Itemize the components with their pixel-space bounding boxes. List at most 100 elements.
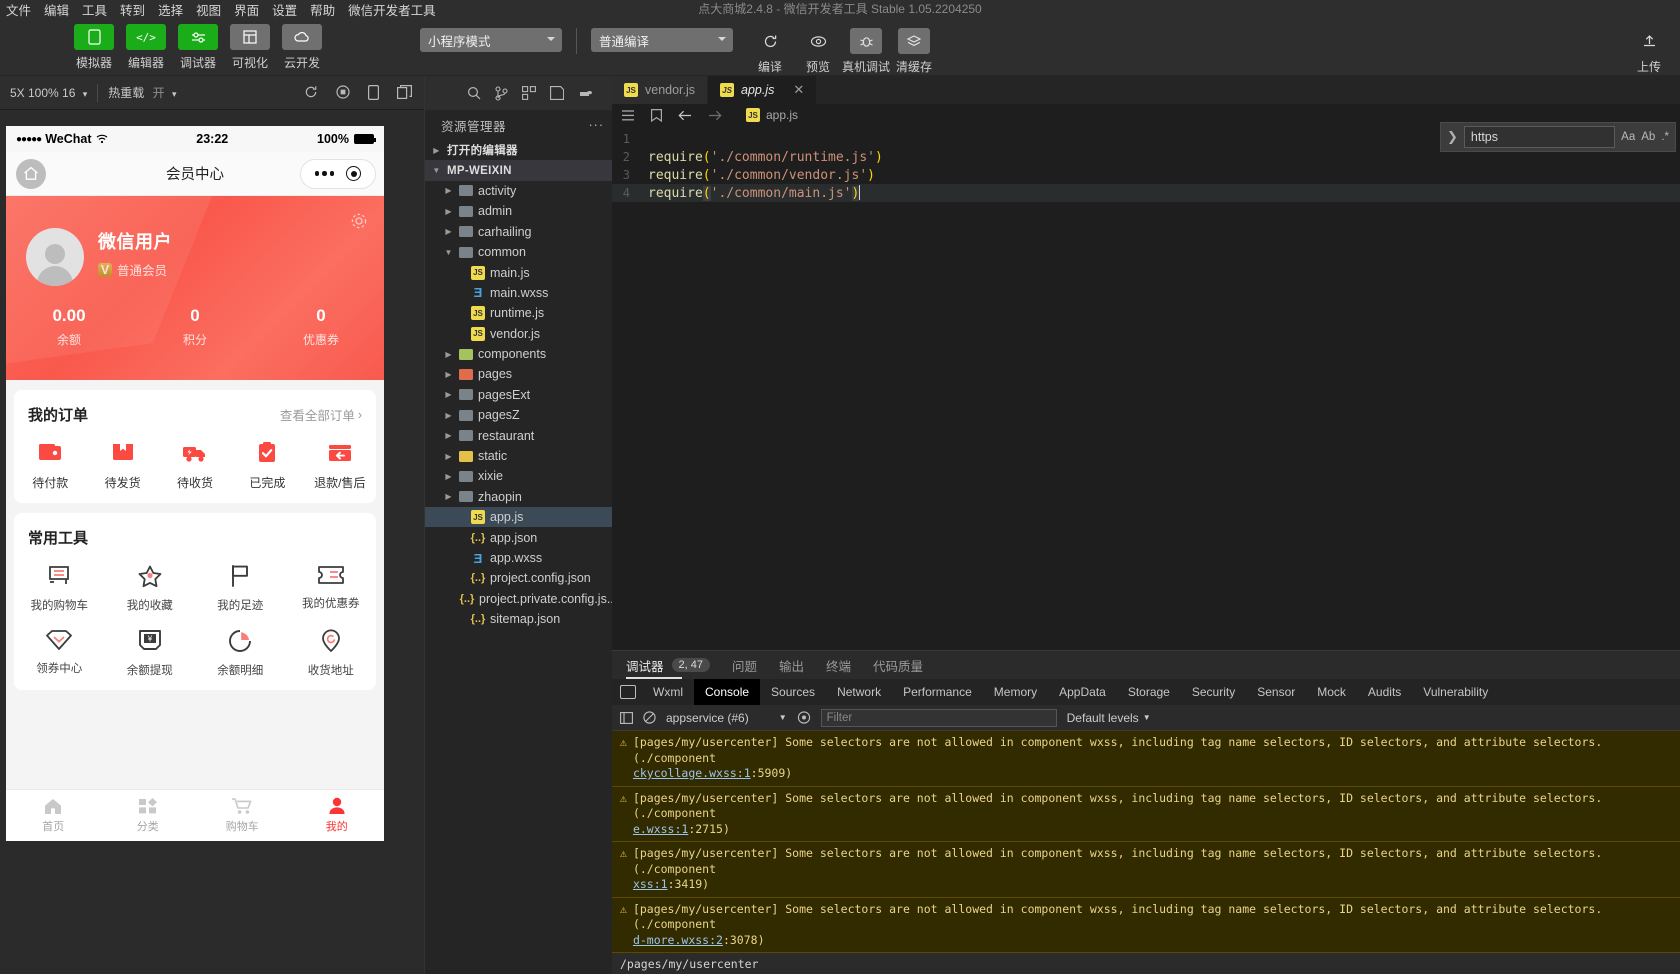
menu-item-devtools[interactable]: 微信开发者工具 [348, 0, 436, 19]
tree-file[interactable]: JS app.js [425, 507, 612, 528]
panel-tab-terminal[interactable]: 终端 [826, 651, 851, 679]
console-warning-row[interactable]: ⚠ [pages/my/usercenter] Some selectors ar… [612, 897, 1680, 954]
toolbar-editor-button[interactable]: </> 编辑器 [124, 24, 168, 71]
tree-folder[interactable]: ▶ admin [425, 201, 612, 221]
panel-tab-debugger[interactable]: 调试器 2, 47 [626, 651, 710, 679]
inspect-element-icon[interactable] [620, 685, 636, 699]
toolbar-debugger-button[interactable]: 调试器 [176, 24, 220, 71]
extensions-icon[interactable] [522, 86, 536, 100]
device-select[interactable]: 5X 100% 16 ▾ [0, 86, 97, 100]
forward-icon[interactable] [708, 110, 722, 121]
clear-console-icon[interactable] [643, 711, 656, 724]
order-status-refund[interactable]: 退款/售后 [304, 441, 376, 491]
docker-icon[interactable] [578, 87, 593, 99]
tree-folder[interactable]: ▶ static [425, 446, 612, 466]
avatar[interactable] [26, 228, 84, 286]
tree-folder[interactable]: ▶ zhaopin [425, 487, 612, 507]
tree-file[interactable]: JS vendor.js [425, 324, 612, 344]
source-control-icon[interactable] [495, 85, 508, 101]
panel-tab-output[interactable]: 输出 [779, 651, 804, 679]
console-context-select[interactable]: appservice (#6) ▼ [666, 711, 787, 725]
devtools-tab-sensor[interactable]: Sensor [1246, 679, 1306, 705]
menu-item-interface[interactable]: 界面 [234, 0, 259, 19]
explorer-more-icon[interactable]: ··· [589, 118, 605, 132]
tree-file[interactable]: {..} project.config.json [425, 568, 612, 588]
devtools-tab-wxml[interactable]: Wxml [642, 679, 694, 705]
code-editor[interactable]: 1 2 require('./common/runtime.js') 3 req… [612, 126, 1680, 650]
panel-tab-problems[interactable]: 问题 [732, 651, 757, 679]
record-icon[interactable] [336, 85, 350, 100]
phone-icon[interactable] [368, 85, 379, 100]
console-warning-row[interactable]: ⚠ [pages/my/usercenter] Some selectors ar… [612, 842, 1680, 898]
tool-my-footprint[interactable]: 我的足迹 [195, 564, 286, 613]
open-editors-section[interactable]: ▶ 打开的编辑器 [425, 140, 612, 160]
preview-button[interactable]: 预览 [795, 28, 841, 75]
stat-balance[interactable]: 0.00 余额 [6, 306, 132, 348]
close-icon[interactable]: ✕ [793, 82, 804, 98]
tab-category[interactable]: 分类 [101, 790, 196, 841]
bookmark-icon[interactable] [651, 108, 662, 122]
tool-withdraw[interactable]: ¥ 余额提现 [105, 629, 196, 678]
devtools-tab-performance[interactable]: Performance [892, 679, 983, 705]
devtools-tab-memory[interactable]: Memory [983, 679, 1048, 705]
toolbar-cloud-button[interactable]: 云开发 [280, 24, 324, 71]
tool-shipping-address[interactable]: 收货地址 [286, 629, 377, 678]
menu-item-help[interactable]: 帮助 [310, 0, 335, 19]
tree-folder[interactable]: ▶ pagesExt [425, 385, 612, 405]
tool-my-cart[interactable]: 我的购物车 [14, 564, 105, 613]
console-source-link[interactable]: d-more.wxss:2 [633, 933, 723, 947]
tab-vendor-js[interactable]: JS vendor.js [612, 76, 709, 104]
tree-file[interactable]: Ǝapp.wxss [425, 548, 612, 568]
tree-file[interactable]: {..} project.private.config.js... [425, 589, 618, 609]
sidebar-toggle-icon[interactable] [620, 711, 633, 724]
compile-button[interactable]: 编译 [747, 28, 793, 75]
stat-points[interactable]: 0 积分 [132, 306, 258, 348]
tree-folder[interactable]: ▶ pagesZ [425, 405, 612, 425]
panel-tab-code-quality[interactable]: 代码质量 [873, 651, 923, 679]
devtools-tab-security[interactable]: Security [1181, 679, 1246, 705]
console-filter-input[interactable]: Filter [820, 708, 1057, 727]
tree-folder[interactable]: ▶ carhailing [425, 222, 612, 242]
toolbar-visual-button[interactable]: 可视化 [228, 24, 272, 71]
tab-my[interactable]: 我的 [290, 790, 385, 841]
clear-cache-button[interactable]: 清缓存 [891, 28, 937, 75]
mode-select[interactable]: 小程序模式 [420, 28, 562, 52]
back-icon[interactable] [678, 110, 692, 121]
order-status-completed[interactable]: 已完成 [231, 441, 303, 491]
tab-home[interactable]: 首页 [6, 790, 101, 841]
devtools-tab-storage[interactable]: Storage [1117, 679, 1181, 705]
tree-file[interactable]: {..} app.json [425, 527, 612, 547]
tool-balance-detail[interactable]: 余额明细 [195, 629, 286, 678]
tree-file[interactable]: JS runtime.js [425, 303, 612, 323]
refresh-icon[interactable] [304, 85, 318, 100]
console-source-link[interactable]: ckycollage.wxss:1 [633, 766, 751, 780]
menu-item-file[interactable]: 文件 [6, 0, 31, 19]
tree-file[interactable]: JS main.js [425, 262, 612, 282]
toolbar-simulator-button[interactable]: 模拟器 [72, 24, 116, 71]
menu-item-settings[interactable]: 设置 [272, 0, 297, 19]
menu-item-tools[interactable]: 工具 [82, 0, 107, 19]
search-icon[interactable] [467, 86, 481, 100]
outline-icon[interactable] [622, 109, 635, 121]
console-levels-select[interactable]: Default levels ▼ [1067, 711, 1151, 725]
console-source-link[interactable]: e.wxss:1 [633, 822, 688, 836]
tree-folder[interactable]: ▼ common [425, 242, 612, 262]
tree-folder[interactable]: ▶ restaurant [425, 425, 612, 445]
stat-coupons[interactable]: 0 优惠券 [258, 306, 384, 348]
hot-reload-control[interactable]: 热重载 开 ▾ [98, 84, 186, 101]
devtools-tab-mock[interactable]: Mock [1306, 679, 1357, 705]
order-status-pending-receipt[interactable]: 待收货 [159, 441, 231, 491]
tab-cart[interactable]: 购物车 [195, 790, 290, 841]
use-regex-icon[interactable]: .* [1661, 131, 1669, 143]
breadcrumb-file[interactable]: JS app.js [746, 108, 798, 122]
devtools-tab-audits[interactable]: Audits [1357, 679, 1412, 705]
devtools-tab-network[interactable]: Network [826, 679, 892, 705]
console-warning-row[interactable]: ⚠ [pages/my/usercenter] Some selectors ar… [612, 731, 1680, 787]
tree-folder[interactable]: ▶ activity [425, 181, 612, 201]
find-widget[interactable]: ❯ https Aa Ab .* [1440, 122, 1676, 152]
console-warning-row[interactable]: ⚠ [pages/my/usercenter] Some selectors ar… [612, 786, 1680, 843]
menu-item-select[interactable]: 选择 [158, 0, 183, 19]
menu-item-edit[interactable]: 编辑 [44, 0, 69, 19]
copy-icon[interactable] [397, 85, 412, 100]
menu-item-view[interactable]: 视图 [196, 0, 221, 19]
